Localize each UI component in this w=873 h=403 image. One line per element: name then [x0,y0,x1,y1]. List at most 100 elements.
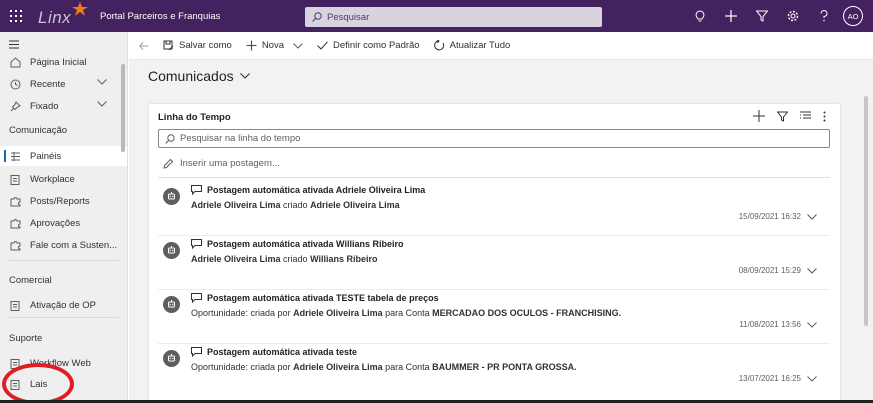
sidebar-item-recent[interactable]: Recente [0,74,127,94]
entry-subject[interactable]: Willians Ribeiro [310,254,377,264]
chevron-down-icon[interactable] [293,42,303,49]
entry-description: Oportunidade: criada por Adriele Oliveir… [191,308,621,318]
filter-icon[interactable] [777,111,788,122]
new-label: Nova [261,40,284,51]
timeline-entry[interactable]: Postagem automática ativada Adriele Oliv… [158,182,830,236]
post-comment-icon [191,293,202,303]
chevron-down-icon[interactable] [807,375,817,382]
timeline-card: Linha do Tempo Pesquisar na linha do tem… [149,104,840,403]
timeline-search-input[interactable]: Pesquisar na linha do tempo [158,129,830,148]
system-avatar-icon [163,350,180,367]
entry-description: Adriele Oliveira Lima criado Willians Ri… [191,254,378,264]
post-comment-icon [191,347,202,357]
entry-description: Adriele Oliveira Lima criado Adriele Oli… [191,200,400,210]
back-arrow-icon[interactable] [139,41,149,50]
chevron-down-icon[interactable] [807,213,817,220]
sidebar-item-label: Fixado [30,100,59,112]
entry-title: Postagem automática ativada Willians Rib… [207,239,404,249]
new-post-placeholder: Inserir uma postagem... [180,158,280,169]
top-bar: Linx Portal Parceiros e Franquias Pesqui… [0,0,873,32]
sidebar-scrollbar[interactable] [121,64,125,152]
sidebar: Página Inicial Recente Fixado Comunicaçã… [0,32,128,403]
new-button[interactable]: Nova [246,40,303,51]
page-title: Comunicados [148,68,234,84]
main-scrollbar[interactable] [864,96,868,326]
filter-icon[interactable] [746,0,777,32]
entry-subject[interactable]: MERCADAO DOS OCULOS - FRANCHISING. [432,308,621,318]
app-launcher-icon[interactable] [0,0,32,32]
post-comment-icon [191,185,202,195]
sidebar-item-label: Posts/Reports [30,195,90,207]
app-title[interactable]: Portal Parceiros e Franquias [100,11,220,22]
clipboard-icon [9,299,21,311]
chevron-down-icon[interactable] [97,79,107,85]
user-avatar[interactable]: AO [843,6,863,26]
home-icon [9,56,21,68]
entry-author[interactable]: Adriele Oliveira Lima [191,200,281,210]
entry-subject[interactable]: BAUMMER - PR PONTA GROSSA. [432,362,577,372]
entry-author[interactable]: Adriele Oliveira Lima [293,308,383,318]
add-post-icon[interactable] [753,110,765,122]
settings-gear-icon[interactable] [777,0,808,32]
sort-list-icon[interactable] [800,111,811,121]
save-as-button[interactable]: Salvar como [163,40,232,51]
sidebar-item-posts-reports[interactable]: Posts/Reports [0,191,127,211]
plus-icon [246,40,257,51]
chevron-down-icon [239,73,250,79]
entry-author[interactable]: Adriele Oliveira Lima [293,362,383,372]
pencil-icon [163,158,173,169]
chevron-down-icon[interactable] [807,267,817,274]
more-options-icon[interactable] [823,111,826,122]
linx-logo[interactable]: Linx [34,0,92,32]
sidebar-item-label: Fale com a Susten... [30,239,118,251]
page-title-selector[interactable]: Comunicados [148,68,250,84]
entry-author[interactable]: Adriele Oliveira Lima [191,254,281,264]
sidebar-item-pinned[interactable]: Fixado [0,96,127,116]
timeline-title: Linha do Tempo [158,112,231,123]
refresh-icon [433,40,444,51]
refresh-all-button[interactable]: Atualizar Tudo [433,40,510,51]
timeline-entry[interactable]: Postagem automática ativada TESTE tabela… [158,290,830,344]
red-highlight-circle [2,363,74,403]
sidebar-divider [9,317,119,318]
set-default-button[interactable]: Definir como Padrão [317,40,420,51]
section-comercial: Comercial [9,275,52,286]
new-post-input[interactable]: Inserir uma postagem... [163,158,280,169]
lightbulb-icon[interactable] [684,0,715,32]
save-as-label: Salvar como [179,40,232,51]
clipboard-icon [9,173,21,185]
sidebar-item-aprovacoes[interactable]: Aprovações [0,213,127,233]
entry-action: Oportunidade: criada por [191,362,294,372]
sidebar-item-workplace[interactable]: Workplace [0,169,127,189]
command-bar: Salvar como Nova Definir como Padrão Atu… [129,32,873,60]
section-suporte: Suporte [9,333,43,344]
sidebar-item-label: Workplace [30,173,75,185]
system-avatar-icon [163,188,180,205]
entry-subject[interactable]: Adriele Oliveira Lima [310,200,400,210]
sidebar-item-ativacao-op[interactable]: Ativação de OP [0,295,127,315]
entry-date: 11/08/2021 13:56 [739,320,801,329]
entry-date: 15/09/2021 16:32 [738,212,801,221]
sidebar-item-paineis[interactable]: Painéis [0,146,127,166]
sidebar-item-home[interactable]: Página Inicial [0,52,127,72]
sidebar-item-fale-com-sustentacao[interactable]: Fale com a Susten... [0,235,127,255]
entry-action: criado [280,254,311,264]
chevron-down-icon[interactable] [807,321,817,328]
sidebar-item-label: Aprovações [30,217,81,229]
chevron-down-icon[interactable] [97,101,107,107]
global-search-input[interactable]: Pesquisar [305,7,602,27]
entry-action: criado [280,200,311,210]
entry-date: 08/09/2021 15:29 [738,266,801,275]
hamburger-menu-icon[interactable] [9,40,19,49]
help-icon[interactable] [808,0,839,32]
timeline-entry[interactable]: Postagem automática ativada teste Oportu… [158,344,830,398]
entry-title: Postagem automática ativada TESTE tabela… [207,293,439,303]
entry-date: 13/07/2021 16:25 [738,374,801,383]
timeline-entry[interactable]: Postagem automática ativada Willians Rib… [158,236,830,290]
system-avatar-icon [163,296,180,313]
checkmark-icon [317,41,328,50]
system-avatar-icon [163,242,180,259]
plus-icon[interactable] [715,0,746,32]
puzzle-icon [9,195,21,207]
logo-star-icon [72,2,88,16]
